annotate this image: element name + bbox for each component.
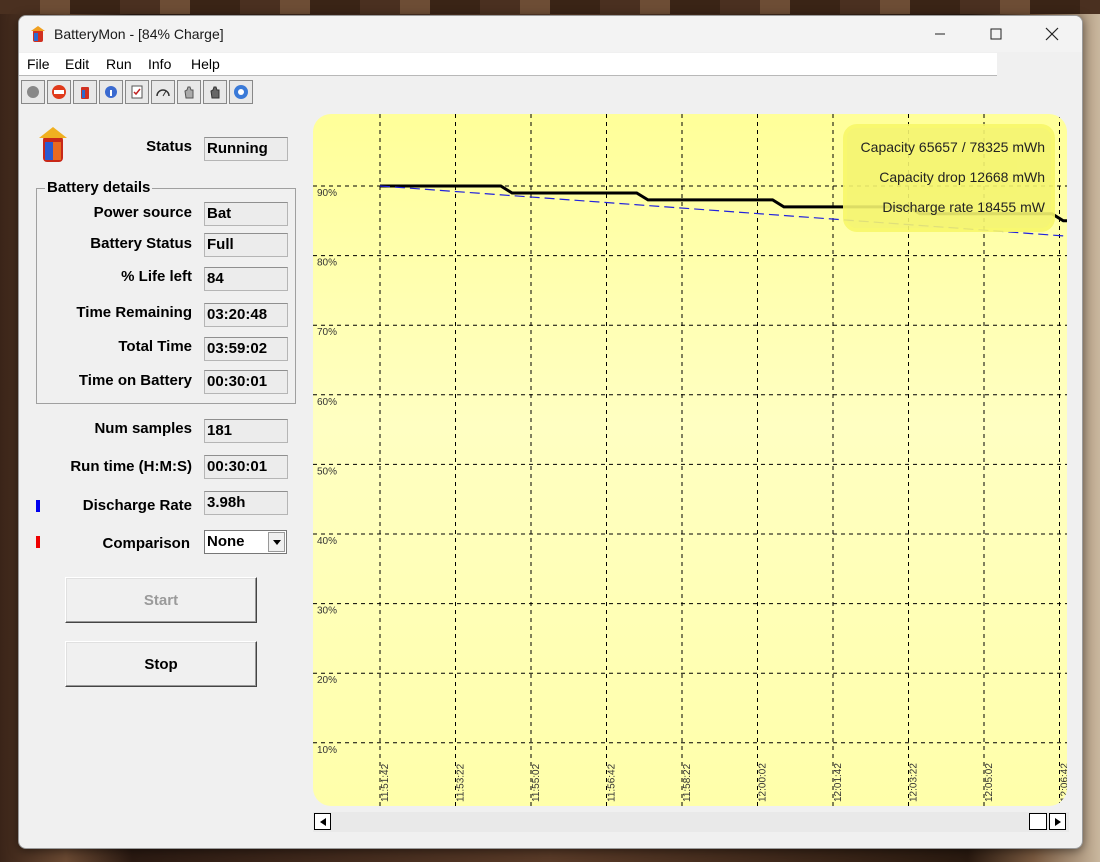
toolbar <box>21 80 255 108</box>
total-time-label: Total Time <box>118 338 192 355</box>
comparison-label: Comparison <box>102 535 190 552</box>
toolbar-help-button[interactable] <box>229 80 253 104</box>
maximize-icon <box>990 28 1002 40</box>
toolbar-hand-button[interactable] <box>177 80 201 104</box>
status-value: Running <box>204 137 288 161</box>
x-tick-label: 12:01:42 <box>833 763 844 802</box>
checklist-icon <box>131 85 143 99</box>
time-on-battery-label: Time on Battery <box>78 372 192 389</box>
gauge-icon <box>156 89 170 97</box>
arrow-left-icon <box>319 817 326 826</box>
menu-edit[interactable]: Edit <box>65 56 89 72</box>
minimize-icon <box>935 33 945 35</box>
scroll-left-button[interactable] <box>314 813 331 830</box>
run-time-value: 00:30:01 <box>204 455 288 479</box>
chevron-down-icon <box>272 539 281 545</box>
x-tick-label: 12:00:02 <box>758 763 769 802</box>
window-title: BatteryMon - [84% Charge] <box>54 26 224 42</box>
y-tick-label: 30% <box>317 606 337 617</box>
total-time-value: 03:59:02 <box>204 337 288 361</box>
x-tick-label: 11:51:42 <box>380 763 391 802</box>
toolbar-start-button[interactable] <box>21 80 45 104</box>
y-tick-label: 10% <box>317 745 337 756</box>
close-icon <box>1045 27 1059 41</box>
minimize-button[interactable] <box>912 16 968 52</box>
x-tick-label: 12:05:02 <box>984 763 995 802</box>
battery-status-label: Battery Status <box>90 235 192 252</box>
menu-help[interactable]: Help <box>191 56 220 72</box>
battery-details-title: Battery details <box>45 179 153 196</box>
y-tick-label: 90% <box>317 188 337 199</box>
toolbar-info-button[interactable] <box>99 80 123 104</box>
menu-info[interactable]: Info <box>148 56 171 72</box>
scroll-right-button[interactable] <box>1049 813 1066 830</box>
num-samples-label: Num samples <box>94 420 192 437</box>
y-tick-label: 70% <box>317 327 337 338</box>
time-remaining-label: Time Remaining <box>76 304 192 321</box>
y-tick-label: 60% <box>317 397 337 408</box>
y-tick-label: 20% <box>317 675 337 686</box>
menu-file[interactable]: File <box>27 56 50 72</box>
x-tick-label: 12:03:22 <box>909 763 920 802</box>
life-left-label: % Life left <box>121 268 192 285</box>
desktop-wallpaper <box>0 0 1100 14</box>
menu-bar: File Edit Run Info Help <box>19 53 997 76</box>
comparison-label-clip: Comparison <box>39 532 194 559</box>
run-time-label: Run time (H:M:S) <box>70 458 192 475</box>
power-source-label: Power source <box>93 204 192 221</box>
hand-icon <box>184 86 194 99</box>
menu-run[interactable]: Run <box>106 56 132 72</box>
toolbar-stop-button[interactable] <box>47 80 71 104</box>
battery-status-value: Full <box>204 233 288 257</box>
arrow-right-icon <box>1054 817 1061 826</box>
discharge-rate-value: 3.98h <box>204 491 288 515</box>
info-line: Capacity 65657 / 78325 mWh <box>861 139 1045 155</box>
num-samples-value: 181 <box>204 419 288 443</box>
life-left-value: 84 <box>204 267 288 291</box>
battery-icon <box>81 87 89 99</box>
title-bar[interactable]: BatteryMon - [84% Charge] <box>19 16 1082 52</box>
batterymon-window: BatteryMon - [84% Charge] File Edit Run … <box>18 15 1083 849</box>
y-tick-label: 80% <box>317 258 337 269</box>
comparison-selected-value: None <box>207 533 245 550</box>
dropdown-button[interactable] <box>268 532 285 552</box>
toolbar-gauge-button[interactable] <box>151 80 175 104</box>
stop-button[interactable]: Stop <box>65 641 257 687</box>
info-line: Capacity drop 12668 mWh <box>879 169 1045 185</box>
power-source-value: Bat <box>204 202 288 226</box>
stop-icon <box>52 85 66 99</box>
time-remaining-value: 03:20:48 <box>204 303 288 327</box>
x-tick-label: 11:53:22 <box>456 763 467 802</box>
x-tick-label: 12:06:42 <box>1060 763 1068 802</box>
x-tick-label: 11:56:42 <box>607 763 618 802</box>
info-icon <box>105 86 117 98</box>
discharge-rate-marker <box>36 500 40 512</box>
toolbar-hand-dark-button[interactable] <box>203 80 227 104</box>
chart-horizontal-scrollbar[interactable] <box>313 812 1069 832</box>
battery-chart-plot: 90% 80% 70% 60% 50% 40% 30% 20% 10% 11:51:42 11:53… <box>313 114 1067 806</box>
battery-logo-icon <box>39 127 67 162</box>
help-icon <box>234 85 248 99</box>
circle-icon <box>27 86 39 98</box>
time-on-battery-value: 00:30:01 <box>204 370 288 394</box>
start-button[interactable]: Start <box>65 577 257 623</box>
comparison-select[interactable]: None <box>204 530 287 554</box>
scroll-thumb[interactable] <box>1029 813 1047 830</box>
x-tick-label: 11:58:22 <box>682 763 693 802</box>
batterymon-app-icon <box>31 26 45 42</box>
status-label: Status <box>146 138 192 155</box>
toolbar-battery-button[interactable] <box>73 80 97 104</box>
y-tick-label: 40% <box>317 536 337 547</box>
toolbar-log-button[interactable] <box>125 80 149 104</box>
discharge-rate-label: Discharge Rate <box>82 497 192 514</box>
y-tick-label: 50% <box>317 466 337 477</box>
maximize-button[interactable] <box>968 16 1024 52</box>
hand-dark-icon <box>210 86 220 99</box>
x-tick-label: 11:55:02 <box>531 763 542 802</box>
info-line: Discharge rate 18455 mW <box>882 199 1045 215</box>
close-button[interactable] <box>1024 16 1080 52</box>
battery-chart: 90% 80% 70% 60% 50% 40% 30% 20% 10% 11:51:42 11:53… <box>313 114 1067 806</box>
